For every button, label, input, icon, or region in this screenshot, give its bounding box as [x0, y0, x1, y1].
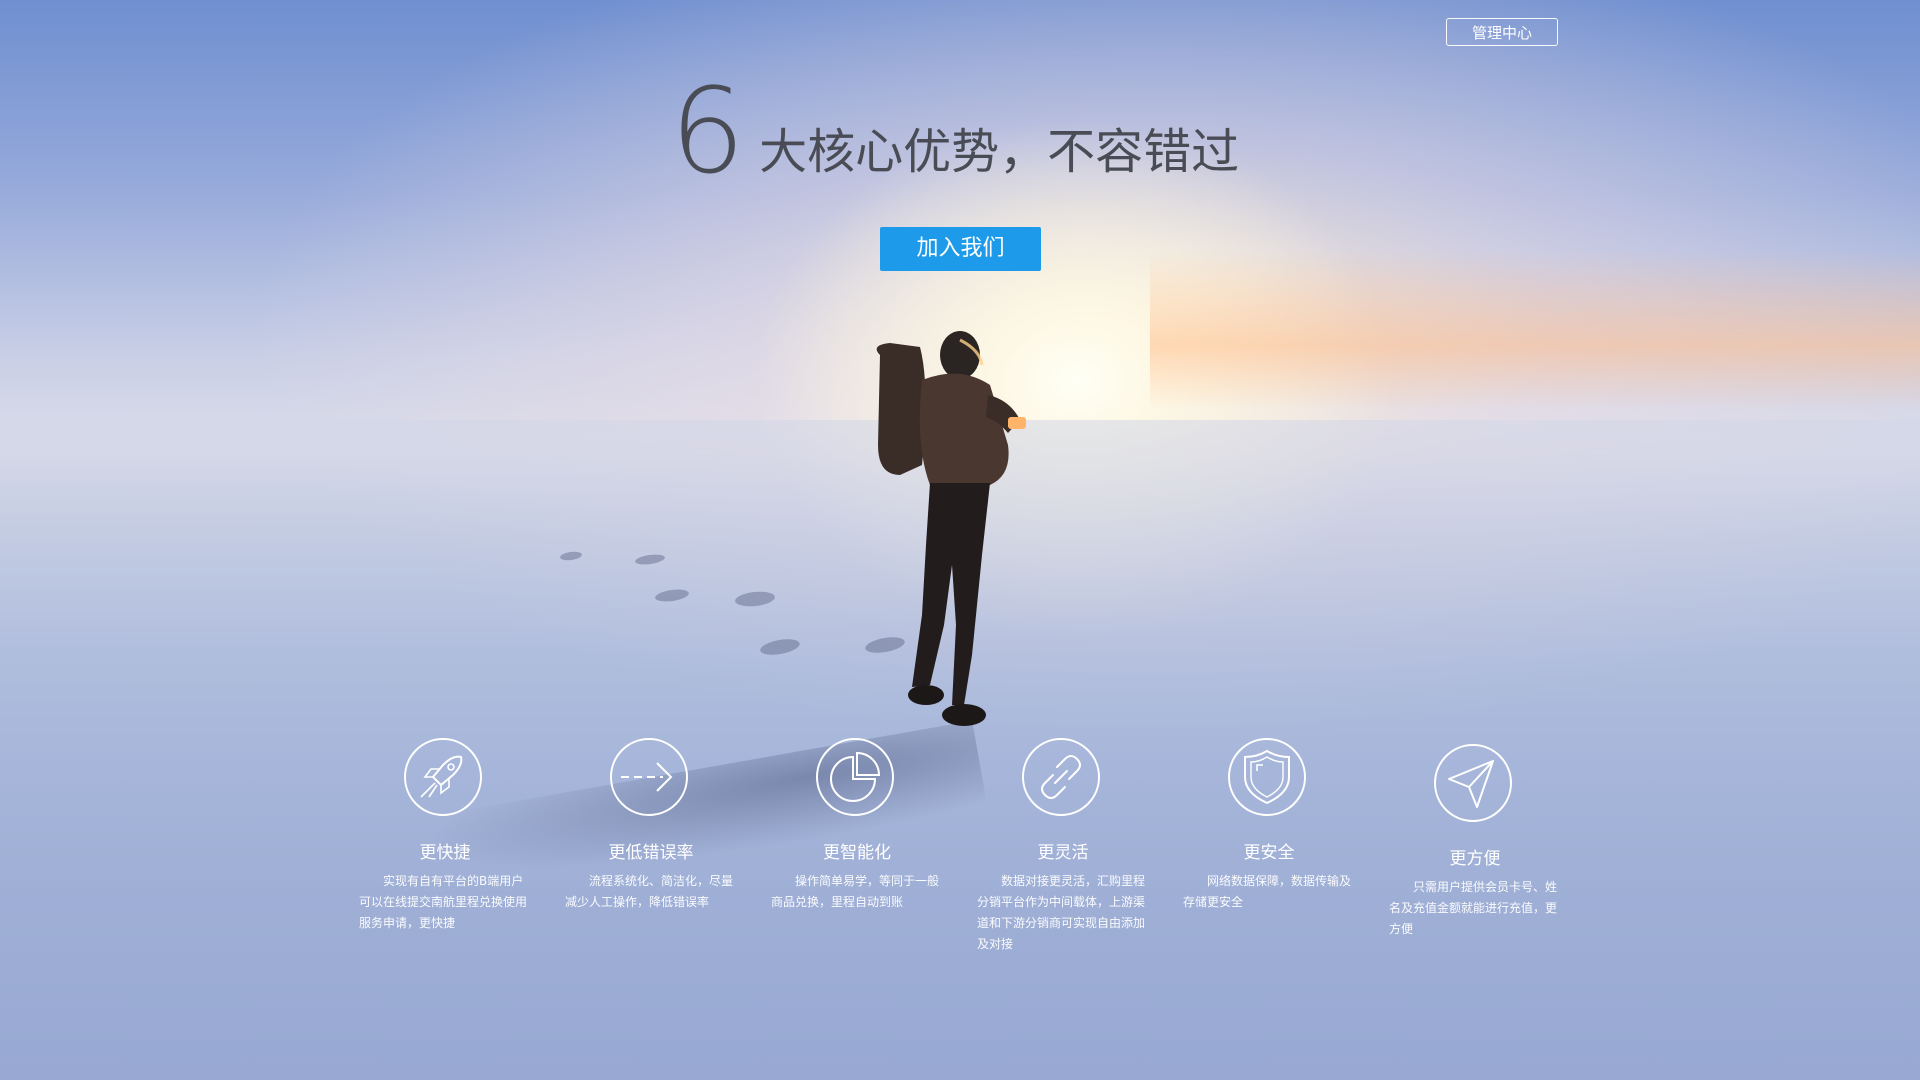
feature-title: 更方便 [1449, 849, 1501, 869]
feature-title: 更灵活 [1037, 843, 1089, 863]
hiker-silhouette [876, 331, 1026, 726]
feature-title: 更智能化 [823, 843, 891, 863]
feature-description: 数据对接更灵活，汇购里程分销平台作为中间载体，上游渠道和下游分销商可实现自由添加… [977, 874, 1146, 951]
feature-description: 实现有自有平台的B端用户可以在线提交南航里程兑换使用服务申请，更快捷 [359, 874, 528, 930]
feature-title: 更快捷 [419, 843, 471, 863]
join-us-button[interactable]: 加入我们 [880, 227, 1041, 271]
feature-description: 网络数据保障，数据传输及存储更安全 [1183, 874, 1352, 909]
paper-plane-icon [1433, 743, 1513, 823]
admin-center-button[interactable]: 管理中心 [1446, 18, 1558, 46]
page-headline: 6 大核心优势，不容错过 [670, 60, 1239, 190]
feature-description: 只需用户提供会员卡号、姓名及充值金额就能进行充值，更方便 [1389, 880, 1558, 936]
pie-chart-icon [815, 737, 895, 817]
feature-description: 流程系统化、简洁化，尽量减少人工操作，降低错误率 [565, 874, 734, 909]
feature-description: 操作简单易学，等同于一般商品兑换，里程自动到账 [771, 874, 940, 909]
shield-icon [1227, 737, 1307, 817]
rocket-icon [403, 737, 483, 817]
feature-title: 更安全 [1243, 843, 1295, 863]
headline-number: 6 [670, 62, 745, 200]
headline-text: 大核心优势，不容错过 [759, 124, 1240, 180]
link-icon [1021, 737, 1101, 817]
dashed-arrow-icon [609, 737, 689, 817]
horizon-glow [1150, 250, 1920, 410]
feature-title: 更低错误率 [608, 843, 694, 863]
